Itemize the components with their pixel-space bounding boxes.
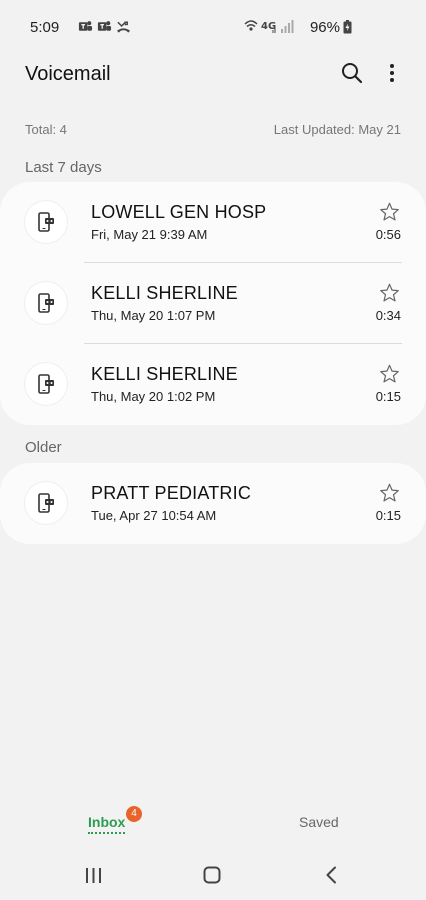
voicemail-avatar bbox=[25, 282, 67, 324]
section-header-older: Older bbox=[25, 439, 62, 456]
status-right-icons: 4G bbox=[244, 18, 294, 34]
star-icon[interactable] bbox=[379, 483, 400, 503]
voicemail-duration: 0:56 bbox=[375, 227, 401, 242]
caller-name: LOWELL GEN HOSP bbox=[91, 202, 267, 222]
tab-inbox-indicator bbox=[88, 832, 125, 834]
voicemail-phone-icon bbox=[38, 493, 54, 513]
voicemail-item[interactable]: LOWELL GEN HOSP Fri, May 21 9:39 AM 0:56 bbox=[0, 182, 426, 263]
voicemail-duration: 0:34 bbox=[375, 308, 401, 323]
voicemail-item[interactable]: KELLI SHERLINE Thu, May 20 1:02 PM 0:15 bbox=[0, 344, 426, 425]
tab-saved[interactable]: Saved bbox=[299, 814, 339, 830]
voicemail-date: Fri, May 21 9:39 AM bbox=[91, 227, 208, 242]
voicemail-duration: 0:15 bbox=[375, 389, 401, 404]
total-count: Total: 4 bbox=[25, 122, 67, 137]
teams-icon bbox=[78, 21, 93, 31]
network-4g-icon: 4G bbox=[261, 21, 276, 33]
signal-icon bbox=[281, 20, 294, 33]
more-options-icon[interactable] bbox=[382, 61, 402, 85]
inbox-count-badge: 4 bbox=[126, 806, 142, 822]
voicemail-duration: 0:15 bbox=[375, 508, 401, 523]
page-title: Voicemail bbox=[25, 63, 111, 85]
status-time: 5:09 bbox=[30, 19, 60, 36]
voicemail-phone-icon bbox=[38, 374, 54, 394]
caller-name: PRATT PEDIATRIC bbox=[91, 483, 252, 503]
recent-apps-icon[interactable] bbox=[85, 868, 102, 883]
last-updated: Last Updated: May 21 bbox=[273, 122, 401, 137]
back-icon[interactable] bbox=[325, 866, 337, 884]
caller-name: KELLI SHERLINE bbox=[91, 283, 238, 303]
search-icon[interactable] bbox=[340, 61, 364, 85]
voicemail-date: Tue, Apr 27 10:54 AM bbox=[91, 508, 217, 523]
voicemail-group-last-7-days: LOWELL GEN HOSP Fri, May 21 9:39 AM 0:56… bbox=[0, 182, 426, 425]
home-icon[interactable] bbox=[203, 866, 221, 884]
star-icon[interactable] bbox=[379, 364, 400, 384]
voicemail-phone-icon bbox=[38, 293, 54, 313]
battery-percent: 96% bbox=[309, 19, 340, 36]
voicemail-avatar bbox=[25, 363, 67, 405]
status-bar: 5:09 4G 96% bbox=[0, 0, 426, 56]
star-icon[interactable] bbox=[379, 283, 400, 303]
section-header-last-7-days: Last 7 days bbox=[25, 159, 102, 176]
voicemail-date: Thu, May 20 1:07 PM bbox=[91, 308, 216, 323]
voicemail-item[interactable]: PRATT PEDIATRIC Tue, Apr 27 10:54 AM 0:1… bbox=[0, 463, 426, 544]
battery-icon bbox=[343, 20, 352, 34]
voicemail-date: Thu, May 20 1:02 PM bbox=[91, 389, 216, 404]
caller-name: KELLI SHERLINE bbox=[91, 364, 238, 384]
missed-call-icon bbox=[116, 21, 131, 33]
notification-icons bbox=[78, 18, 131, 34]
system-nav-bar bbox=[0, 848, 426, 900]
voicemail-avatar bbox=[25, 201, 67, 243]
star-icon[interactable] bbox=[379, 202, 400, 222]
tab-inbox[interactable]: Inbox bbox=[88, 814, 125, 830]
voicemail-avatar bbox=[25, 482, 67, 524]
voicemail-group-older: PRATT PEDIATRIC Tue, Apr 27 10:54 AM 0:1… bbox=[0, 463, 426, 544]
voicemail-phone-icon bbox=[38, 212, 54, 232]
voicemail-item[interactable]: KELLI SHERLINE Thu, May 20 1:07 PM 0:34 bbox=[0, 263, 426, 344]
svg-text:4G: 4G bbox=[261, 21, 276, 32]
wifi-calling-icon bbox=[244, 20, 258, 31]
teams-icon bbox=[97, 21, 112, 31]
